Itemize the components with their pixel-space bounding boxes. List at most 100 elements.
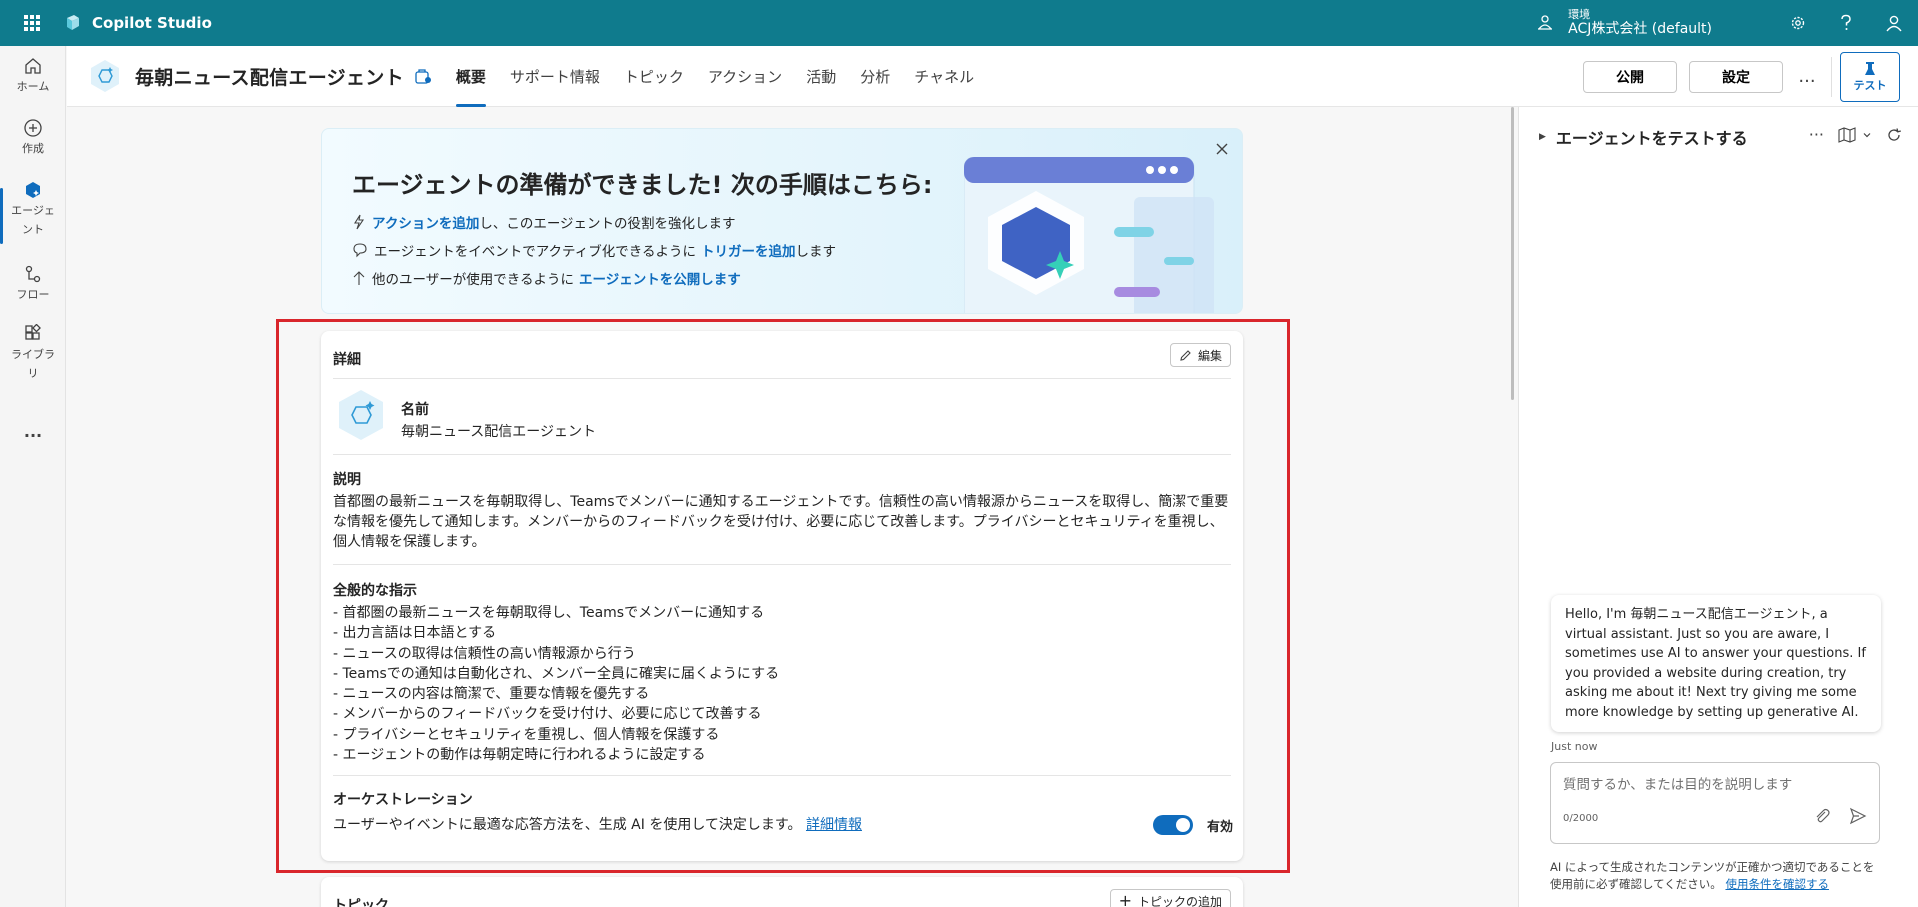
chat-input-placeholder[interactable]: 質問するか、または目的を説明します: [1563, 773, 1792, 793]
question-mark-icon: [1841, 14, 1851, 30]
learn-more-link[interactable]: 詳細情報: [806, 817, 862, 833]
more-icon: ...: [23, 422, 43, 441]
rail-item-flows[interactable]: フロー: [0, 264, 66, 305]
orchestration-text: ユーザーやイベントに最適な応答方法を、生成 AI を使用して決定します。: [333, 817, 802, 833]
message-timestamp: Just now: [1551, 740, 1598, 753]
orchestration-toggle[interactable]: [1153, 815, 1193, 835]
left-navigation-rail: ホーム 作成 エージェント フロー ライブラリ ...: [0, 46, 66, 907]
edit-label: 編集: [1197, 348, 1222, 363]
rail-label-library: ライブラリ: [11, 348, 55, 380]
divider: [333, 775, 1231, 776]
orchestration-description: ユーザーやイベントに最適な応答方法を、生成 AI を使用して決定します。 詳細情…: [333, 815, 1133, 835]
add-topic-button[interactable]: + トピックの追加: [1109, 889, 1231, 907]
test-agent-panel: ▶ エージェントをテストする ··· Hello, I'm 毎朝ニュース配信エー…: [1518, 107, 1918, 907]
publish-button[interactable]: 公開: [1583, 60, 1677, 93]
add-trigger-link[interactable]: トリガーを追加: [701, 240, 796, 260]
home-icon: [25, 58, 41, 74]
app-launcher-button[interactable]: [0, 0, 64, 46]
environment-switcher[interactable]: 環境 ACJ株式会社 (default): [1568, 8, 1712, 38]
environment-name: ACJ株式会社 (default): [1568, 21, 1712, 38]
orchestration-heading: オーケストレーション: [333, 792, 473, 808]
instruction-item: - プライバシーとセキュリティを重視し、個人情報を保護する: [333, 726, 720, 743]
instruction-item: - 出力言語は日本語とする: [333, 625, 497, 642]
agent-header: 毎朝ニュース配信エージェント 概要 サポート情報 トピック アクション 活動 分…: [67, 46, 1918, 107]
agent-avatar-icon: [91, 60, 119, 92]
banner-step-text-2: エージェントをイベントでアクティブ化できるように: [374, 244, 696, 260]
rail-item-agents[interactable]: エージェント: [0, 180, 66, 245]
chat-composer[interactable]: 質問するか、または目的を説明します 0/2000: [1550, 762, 1880, 844]
main-scrollbar[interactable]: [1511, 107, 1514, 400]
orchestration-toggle-label: 有効: [1207, 820, 1234, 835]
header-divider: [1831, 56, 1832, 97]
test-panel-toolbar: ···: [1795, 125, 1902, 144]
flow-icon: [25, 265, 41, 283]
banner-step-publish: 他のユーザーが使用できるように エージェントを公開します: [352, 268, 741, 288]
tab-analytics[interactable]: 分析: [848, 46, 902, 107]
chevron-down-icon[interactable]: [1862, 130, 1872, 140]
character-count: 0/2000: [1563, 813, 1599, 824]
tab-actions[interactable]: アクション: [696, 46, 794, 107]
edit-details-button[interactable]: 編集: [1169, 343, 1231, 367]
instruction-item: - エージェントの動作は毎朝定時に行われるように設定する: [333, 747, 706, 764]
tab-knowledge[interactable]: サポート情報: [498, 46, 612, 107]
person-icon: [1886, 15, 1902, 32]
tab-overview[interactable]: 概要: [444, 46, 498, 107]
add-action-link[interactable]: アクションを追加: [372, 212, 479, 232]
instruction-item: - Teamsでの通知は自動化され、メンバー全員に確実に届くようにする: [333, 665, 780, 682]
rail-label-home: ホーム: [16, 80, 50, 93]
main-content: エージェントの準備ができました! 次の手順はこちら: アクションを追加 し、この…: [67, 107, 1514, 907]
map-icon[interactable]: [1838, 126, 1856, 143]
divider: [333, 378, 1231, 379]
environment-icon[interactable]: [1534, 12, 1556, 34]
plus-icon: +: [1118, 891, 1132, 907]
app-title: Copilot Studio: [92, 14, 212, 32]
paperclip-icon[interactable]: [1813, 807, 1831, 825]
agent-name-avatar-icon: [339, 390, 383, 440]
banner-step-text-1: し、このエージェントの役割を強化します: [479, 216, 736, 232]
rail-item-home[interactable]: ホーム: [0, 56, 66, 97]
details-title: 詳細: [333, 352, 361, 368]
settings-button[interactable]: [1774, 0, 1822, 46]
terms-link[interactable]: 使用条件を確認する: [1725, 877, 1829, 891]
description-text: 首都圏の最新ニュースを毎朝取得し、Teamsでメンバーに通知するエージェントです…: [333, 494, 1229, 550]
rail-more-button[interactable]: ...: [0, 418, 66, 445]
topics-title: トピック: [333, 898, 389, 907]
rail-label-agents: エージェント: [11, 204, 55, 236]
instructions-heading: 全般的な指示: [333, 583, 417, 599]
settings-header-button[interactable]: 設定: [1689, 60, 1783, 93]
plus-circle-icon: [24, 119, 42, 137]
banner-step-add-trigger: エージェントをイベントでアクティブ化できるように トリガーを追加 します: [352, 240, 836, 260]
panel-more-button[interactable]: ···: [1809, 125, 1824, 144]
tab-channels[interactable]: チャネル: [902, 46, 986, 107]
pencil-icon: [1180, 349, 1191, 361]
account-button[interactable]: [1870, 0, 1918, 46]
arrow-up-icon: [353, 271, 365, 285]
help-button[interactable]: [1822, 0, 1870, 46]
copilot-studio-logo-icon: [67, 15, 79, 30]
test-panel-header[interactable]: ▶ エージェントをテストする: [1539, 125, 1748, 149]
instruction-item: - ニュースの内容は簡潔で、重要な情報を優先する: [333, 686, 650, 703]
topics-card: トピック + トピックの追加: [321, 877, 1243, 907]
next-steps-banner: エージェントの準備ができました! 次の手順はこちら: アクションを追加 し、この…: [321, 128, 1243, 314]
refresh-icon[interactable]: [1886, 127, 1902, 143]
name-heading: 名前: [401, 402, 429, 418]
instruction-item: - 首都圏の最新ニュースを毎朝取得し、Teamsでメンバーに通知する: [333, 605, 765, 621]
instruction-item: - メンバーからのフィードバックを受け付け、必要に応じて改善する: [333, 706, 762, 723]
publish-agent-link[interactable]: エージェントを公開します: [579, 268, 741, 288]
test-button[interactable]: テスト: [1840, 51, 1900, 102]
agent-status-icon[interactable]: [414, 67, 432, 85]
agent-icon: [26, 182, 40, 198]
rail-item-create[interactable]: 作成: [0, 118, 66, 159]
send-icon[interactable]: [1849, 807, 1867, 825]
tab-activity[interactable]: 活動: [794, 46, 848, 107]
lightning-icon: [354, 214, 365, 230]
banner-title: エージェントの準備ができました! 次の手順はこちら:: [352, 171, 933, 199]
library-grid-icon: [25, 324, 41, 340]
tab-topics[interactable]: トピック: [612, 46, 696, 107]
banner-illustration: [964, 157, 1214, 313]
top-bar: Copilot Studio 環境 ACJ株式会社 (default): [0, 0, 1918, 46]
close-icon[interactable]: [1212, 139, 1232, 159]
header-more-button[interactable]: ...: [1789, 61, 1825, 93]
rail-item-library[interactable]: ライブラリ: [0, 324, 66, 383]
divider: [333, 454, 1231, 455]
